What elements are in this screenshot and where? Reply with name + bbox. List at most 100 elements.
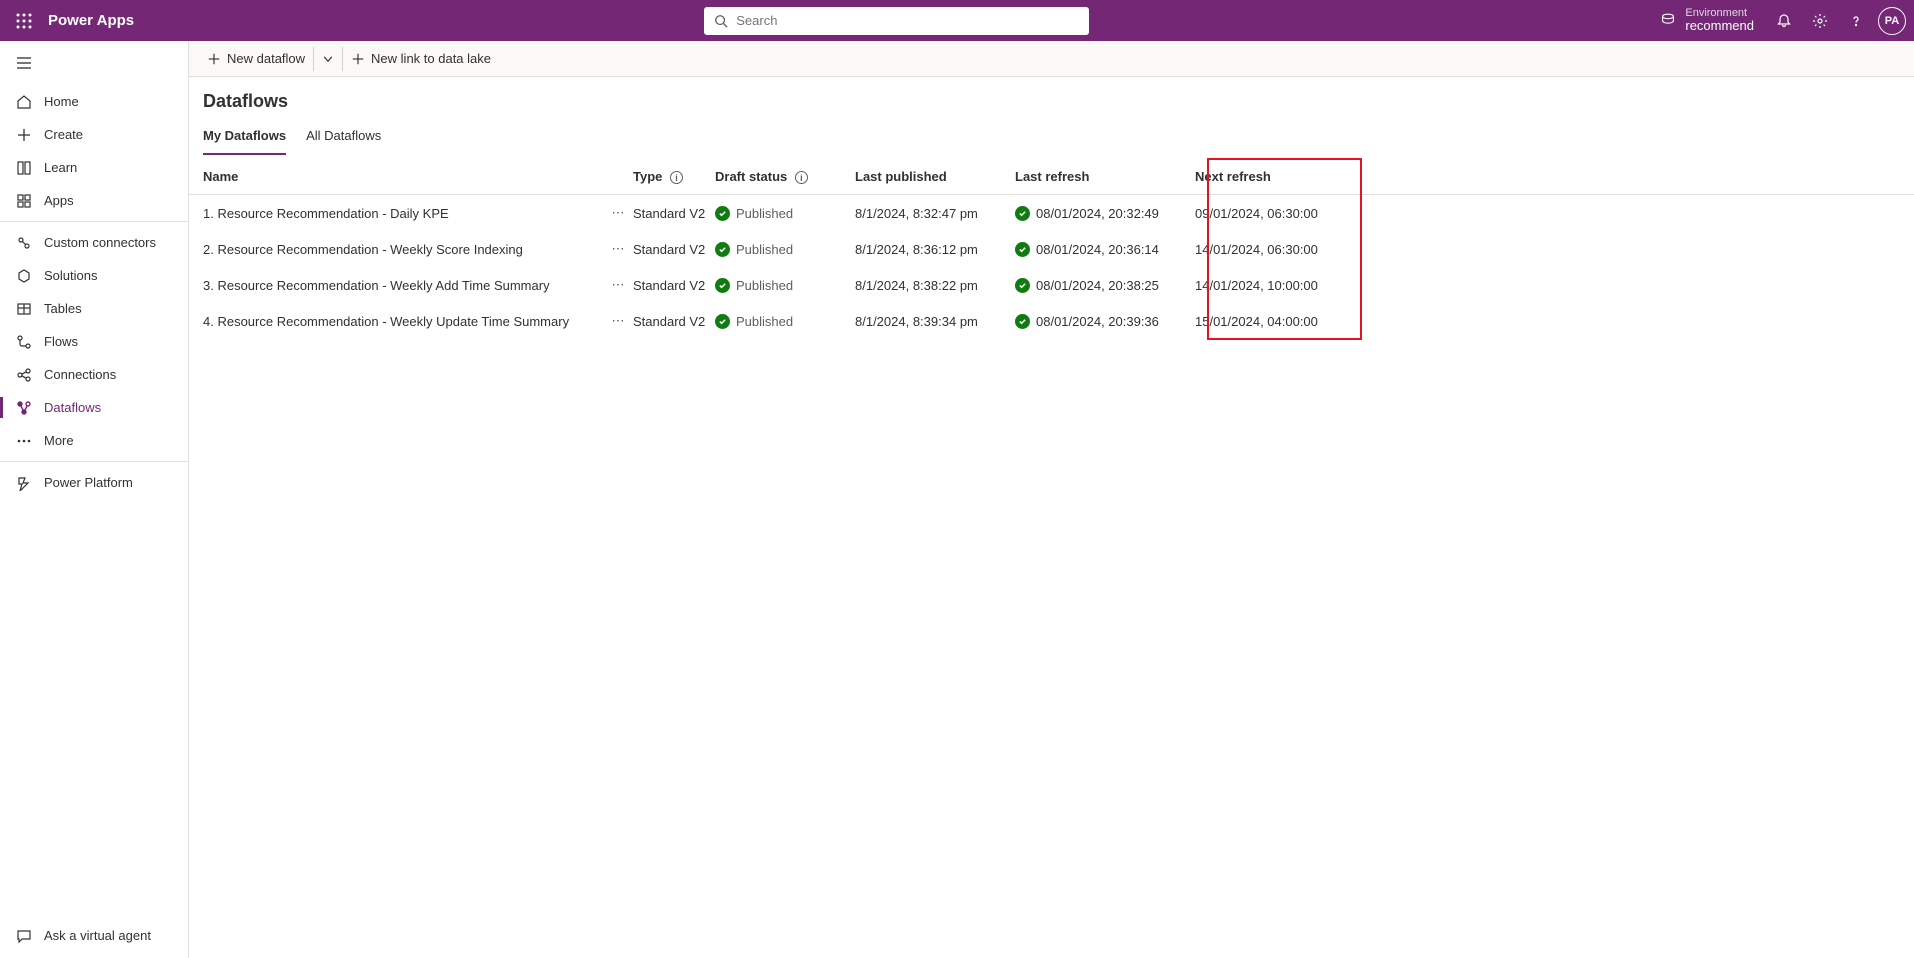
cell-last-refresh: 08/01/2024, 20:39:36 — [1015, 314, 1195, 329]
search-input[interactable] — [736, 13, 1079, 28]
sidebar-item-more[interactable]: More — [0, 424, 188, 457]
row-more-icon[interactable]: ⋯ — [603, 205, 633, 221]
table-row[interactable]: 3. Resource Recommendation - Weekly Add … — [189, 267, 1914, 303]
avatar-initials: PA — [1885, 15, 1899, 27]
page-title: Dataflows — [189, 77, 1914, 122]
sidebar-item-learn[interactable]: Learn — [0, 151, 188, 184]
cell-status: Published — [715, 278, 855, 293]
avatar[interactable]: PA — [1878, 7, 1906, 35]
cell-status: Published — [715, 314, 855, 329]
help-icon[interactable] — [1838, 3, 1874, 39]
cell-last-published: 8/1/2024, 8:39:34 pm — [855, 314, 1015, 329]
check-circle-icon — [1015, 242, 1030, 257]
check-circle-icon — [1015, 314, 1030, 329]
apps-icon — [14, 193, 34, 209]
cell-last-published: 8/1/2024, 8:36:12 pm — [855, 242, 1015, 257]
row-more-icon[interactable]: ⋯ — [603, 313, 633, 329]
col-last-published[interactable]: Last published — [855, 169, 1015, 184]
col-last-refresh[interactable]: Last refresh — [1015, 169, 1195, 184]
sidebar-item-label: Power Platform — [44, 475, 133, 490]
sidebar-item-label: Connections — [44, 367, 116, 382]
tab-my-dataflows[interactable]: My Dataflows — [203, 122, 286, 155]
info-icon[interactable]: i — [670, 171, 683, 184]
sidebar-item-label: Apps — [44, 193, 74, 208]
cell-last-refresh: 08/01/2024, 20:36:14 — [1015, 242, 1195, 257]
environment-picker[interactable]: Environment recommend — [1659, 7, 1754, 33]
hamburger-icon[interactable] — [0, 41, 188, 85]
sidebar: Home Create Learn Apps Custom connectors… — [0, 41, 189, 958]
sidebar-item-custom-connectors[interactable]: Custom connectors — [0, 226, 188, 259]
sidebar-item-power-platform[interactable]: Power Platform — [0, 466, 188, 499]
app-header: Power Apps Environment recommend PA — [0, 0, 1914, 41]
cell-type: Standard V2 — [633, 314, 715, 329]
cell-last-published: 8/1/2024, 8:38:22 pm — [855, 278, 1015, 293]
sidebar-item-label: Tables — [44, 301, 82, 316]
sidebar-item-apps[interactable]: Apps — [0, 184, 188, 217]
check-circle-icon — [715, 278, 730, 293]
notifications-icon[interactable] — [1766, 3, 1802, 39]
cell-next-refresh: 15/01/2024, 04:00:00 — [1195, 314, 1375, 329]
divider — [0, 461, 188, 462]
new-dataflow-dropdown[interactable] — [313, 47, 343, 71]
tabs: My Dataflows All Dataflows — [189, 122, 1914, 155]
search-icon — [714, 14, 728, 28]
connections-icon — [14, 367, 34, 383]
cell-last-refresh: 08/01/2024, 20:32:49 — [1015, 206, 1195, 221]
chevron-down-icon — [322, 53, 334, 65]
plus-icon — [351, 52, 365, 66]
more-icon — [14, 433, 34, 449]
plus-icon — [207, 52, 221, 66]
sidebar-item-tables[interactable]: Tables — [0, 292, 188, 325]
col-next-refresh[interactable]: Next refresh — [1195, 169, 1375, 184]
table-row[interactable]: 2. Resource Recommendation - Weekly Scor… — [189, 231, 1914, 267]
cell-name: 4. Resource Recommendation - Weekly Upda… — [203, 314, 603, 329]
cell-next-refresh: 14/01/2024, 10:00:00 — [1195, 278, 1375, 293]
col-name[interactable]: Name — [203, 169, 603, 184]
info-icon[interactable]: i — [795, 171, 808, 184]
cell-name: 3. Resource Recommendation - Weekly Add … — [203, 278, 603, 293]
sidebar-item-dataflows[interactable]: Dataflows — [0, 391, 188, 424]
plus-icon — [14, 127, 34, 143]
check-circle-icon — [1015, 278, 1030, 293]
settings-icon[interactable] — [1802, 3, 1838, 39]
sidebar-item-label: More — [44, 433, 74, 448]
col-draft-status[interactable]: Draft status i — [715, 169, 855, 185]
sidebar-item-flows[interactable]: Flows — [0, 325, 188, 358]
dataflow-grid: Name Type i Draft status i Last publishe… — [189, 159, 1914, 339]
sidebar-item-connections[interactable]: Connections — [0, 358, 188, 391]
check-circle-icon — [715, 242, 730, 257]
book-icon — [14, 160, 34, 176]
row-more-icon[interactable]: ⋯ — [603, 241, 633, 257]
environment-icon — [1659, 11, 1677, 29]
sidebar-item-label: Learn — [44, 160, 77, 175]
waffle-icon[interactable] — [8, 5, 40, 37]
home-icon — [14, 94, 34, 110]
app-title: Power Apps — [48, 12, 134, 29]
table-row[interactable]: 1. Resource Recommendation - Daily KPE ⋯… — [189, 195, 1914, 231]
col-type[interactable]: Type i — [633, 169, 715, 185]
ask-virtual-agent[interactable]: Ask a virtual agent — [0, 919, 188, 952]
chat-icon — [14, 928, 34, 944]
check-circle-icon — [715, 206, 730, 221]
row-more-icon[interactable]: ⋯ — [603, 277, 633, 293]
sidebar-item-solutions[interactable]: Solutions — [0, 259, 188, 292]
table-icon — [14, 301, 34, 317]
sidebar-item-label: Flows — [44, 334, 78, 349]
cell-status: Published — [715, 206, 855, 221]
grid-header: Name Type i Draft status i Last publishe… — [189, 159, 1914, 195]
divider — [0, 221, 188, 222]
sidebar-item-create[interactable]: Create — [0, 118, 188, 151]
new-link-datalake-button[interactable]: New link to data lake — [343, 45, 499, 72]
new-dataflow-button[interactable]: New dataflow — [199, 45, 313, 72]
cell-last-published: 8/1/2024, 8:32:47 pm — [855, 206, 1015, 221]
table-row[interactable]: 4. Resource Recommendation - Weekly Upda… — [189, 303, 1914, 339]
cell-type: Standard V2 — [633, 206, 715, 221]
button-label: New link to data lake — [371, 51, 491, 66]
cell-name: 1. Resource Recommendation - Daily KPE — [203, 206, 603, 221]
search-box[interactable] — [704, 7, 1089, 35]
environment-name: recommend — [1685, 19, 1754, 33]
sidebar-item-home[interactable]: Home — [0, 85, 188, 118]
sidebar-item-label: Solutions — [44, 268, 97, 283]
tab-all-dataflows[interactable]: All Dataflows — [306, 122, 381, 155]
main-area: New dataflow New link to data lake Dataf… — [189, 41, 1914, 958]
